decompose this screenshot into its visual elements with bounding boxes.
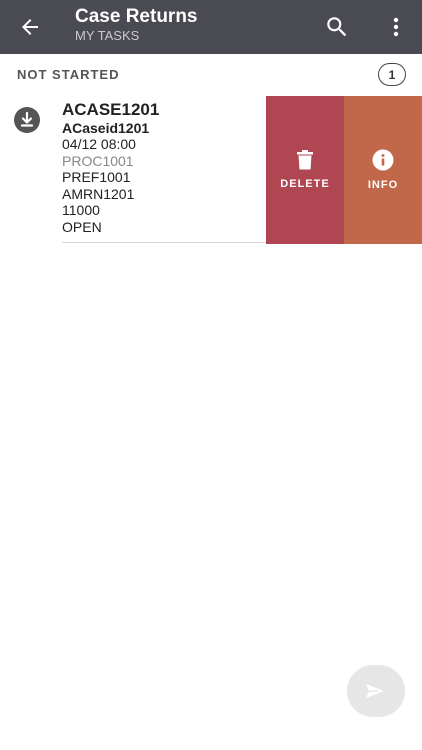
- case-id: ACaseid1201: [62, 120, 150, 136]
- more-options-button[interactable]: [380, 11, 412, 43]
- pref-code: PREF1001: [62, 169, 131, 185]
- arrow-left-icon: [22, 19, 38, 35]
- delete-button[interactable]: DELETE: [266, 96, 344, 244]
- info-label: INFO: [367, 179, 399, 191]
- section-header: NOT STARTED: [0, 54, 422, 96]
- amount: 11000: [62, 202, 100, 218]
- task-count-badge: 1: [378, 63, 406, 86]
- info-icon: [372, 149, 394, 171]
- title-group: Case Returns MY TASKS: [75, 6, 198, 43]
- more-vertical-icon: [393, 17, 399, 37]
- proc-code: PROC1001: [62, 152, 134, 169]
- app-bar: Case Returns MY TASKS: [0, 0, 422, 54]
- status-text: OPEN: [62, 218, 102, 235]
- trash-icon: [297, 150, 313, 170]
- search-icon: [327, 17, 347, 37]
- search-button[interactable]: [321, 11, 353, 43]
- send-fab[interactable]: [347, 665, 405, 717]
- back-button[interactable]: [14, 11, 46, 43]
- download-icon[interactable]: [13, 106, 41, 134]
- send-icon: [366, 684, 384, 698]
- page-title: Case Returns: [75, 6, 198, 27]
- case-number: ACASE1201: [62, 100, 160, 119]
- delete-label: DELETE: [280, 178, 330, 190]
- task-details: ACASE1201 ACaseid1201 04/12 08:00 PROC10…: [62, 100, 266, 243]
- page-subtitle: MY TASKS: [75, 28, 140, 43]
- info-button[interactable]: INFO: [344, 96, 422, 244]
- section-title: NOT STARTED: [17, 67, 120, 82]
- amrn-code: AMRN1201: [62, 185, 135, 202]
- task-datetime: 04/12 08:00: [62, 136, 136, 152]
